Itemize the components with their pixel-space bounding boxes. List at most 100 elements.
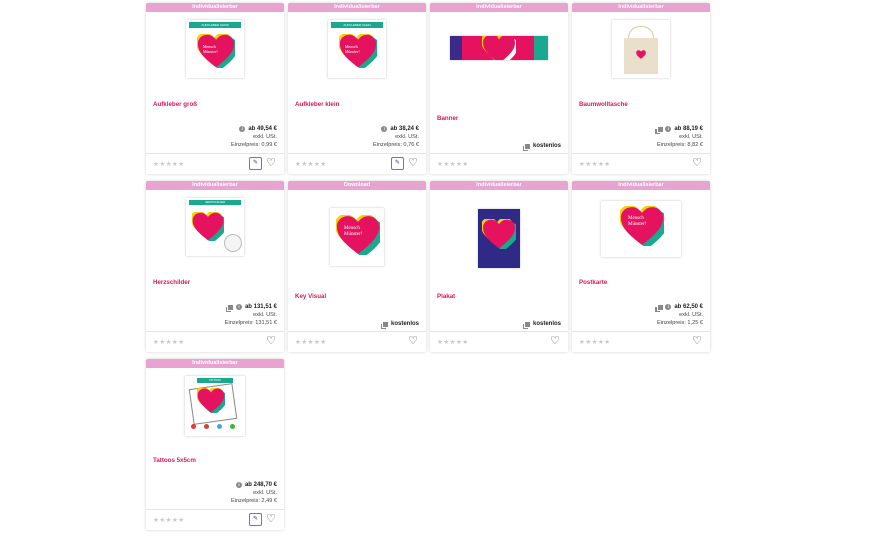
favorite-heart-icon[interactable]: ♡: [691, 335, 703, 347]
product-tag: Individualisierbar: [146, 359, 284, 368]
tax-note: exkl. USt.: [395, 134, 419, 140]
product-name[interactable]: Aufkleber groß: [153, 101, 197, 108]
info-icon[interactable]: i: [665, 126, 672, 132]
favorite-heart-icon[interactable]: ♡: [265, 513, 277, 525]
card-footer: ★★★★★: [430, 153, 568, 174]
product-card-baumwolltasche[interactable]: Individualisierbar Baumwolltasche i ab 88…: [572, 3, 710, 174]
product-name[interactable]: Herzschilder: [153, 279, 190, 286]
unit-price: Einzelpreis: 131,51 €: [224, 320, 277, 326]
product-image[interactable]: AUFKLEBER GROß Mensch Münster!: [146, 20, 284, 78]
favorite-heart-icon[interactable]: ♡: [691, 157, 703, 169]
price-block: kostenlos: [521, 142, 561, 152]
price-block: i ab 49,54 € exkl. USt. Einzelpreis: 0,99…: [231, 125, 277, 149]
card-footer: ★★★★★ ♡: [572, 153, 710, 174]
price-amount: ab 131,51 €: [244, 304, 277, 310]
price-amount: ab 38,24 €: [390, 126, 419, 132]
rating-stars: ★★★★★: [295, 339, 327, 346]
favorite-heart-icon[interactable]: ♡: [407, 157, 419, 169]
card-footer: ★★★★★ ♡: [430, 331, 568, 352]
product-tag: Individualisierbar: [572, 3, 710, 12]
product-card-banner[interactable]: Individualisierbar Banner kostenlos ★★★★…: [430, 3, 568, 174]
edit-button[interactable]: ✎: [249, 513, 262, 526]
product-tag: Individualisierbar: [146, 181, 284, 190]
product-tag: Individualisierbar: [430, 181, 568, 190]
price-amount: kostenlos: [390, 321, 419, 327]
product-card-herzschilder[interactable]: Individualisierbar HERZSCHILDER Herzschi…: [146, 181, 284, 352]
product-image[interactable]: [430, 209, 568, 268]
info-icon[interactable]: i: [235, 304, 242, 310]
rating-stars: ★★★★★: [579, 161, 611, 168]
price-block: i ab 38,24 € exkl. USt. Einzelpreis: 0,76…: [373, 125, 419, 149]
product-image[interactable]: Mensch Münster!: [288, 208, 426, 266]
product-tag: Individualisierbar: [288, 3, 426, 12]
product-tag: Individualisierbar: [146, 3, 284, 12]
download-icon: [521, 320, 532, 330]
price-amount: ab 49,54 €: [248, 126, 277, 132]
product-card-postkarte[interactable]: Individualisierbar Mensch Münster! Postk…: [572, 181, 710, 352]
rating-stars: ★★★★★: [295, 161, 327, 168]
price-amount: ab 62,50 €: [674, 304, 703, 310]
edit-button[interactable]: ✎: [391, 157, 404, 170]
tax-note: exkl. USt.: [253, 490, 277, 496]
price-amount: kostenlos: [532, 143, 561, 149]
favorite-heart-icon[interactable]: ♡: [265, 157, 277, 169]
rating-stars: ★★★★★: [153, 161, 185, 168]
download-icon: [224, 303, 235, 313]
unit-price: Einzelpreis: 8,82 €: [656, 142, 703, 148]
info-icon[interactable]: i: [235, 482, 242, 488]
download-icon: [654, 303, 664, 313]
product-image[interactable]: HERZSCHILDER: [146, 198, 284, 256]
product-image[interactable]: TATTOOS: [146, 376, 284, 436]
card-footer: ★★★★★ ✎ ♡: [288, 153, 426, 174]
product-name[interactable]: Aufkleber klein: [295, 101, 339, 108]
product-image[interactable]: [430, 36, 568, 60]
product-card-plakat[interactable]: Individualisierbar Plakat kostenlos ★★★★…: [430, 181, 568, 352]
product-name[interactable]: Key Visual: [295, 293, 326, 300]
product-card-aufkleber-klein[interactable]: Individualisierbar AUFKLEBER KLEIN Mensc…: [288, 3, 426, 174]
tax-note: exkl. USt.: [253, 134, 277, 140]
tax-note: exkl. USt.: [253, 312, 277, 318]
price-block: kostenlos: [379, 320, 419, 330]
card-footer: ★★★★★ ✎ ♡: [146, 509, 284, 530]
edit-button[interactable]: ✎: [249, 157, 262, 170]
product-name[interactable]: Tattoos 5x5cm: [153, 457, 196, 464]
product-card-tattoos[interactable]: Individualisierbar TATTOOS Tattoos 5x5cm…: [146, 359, 284, 530]
product-image[interactable]: [572, 20, 710, 78]
product-tag: Download: [288, 181, 426, 190]
favorite-heart-icon[interactable]: ♡: [407, 335, 419, 347]
tax-note: exkl. USt.: [679, 134, 703, 140]
price-amount: ab 88,19 €: [674, 126, 703, 132]
product-tag: Individualisierbar: [430, 3, 568, 12]
info-icon[interactable]: i: [239, 126, 246, 132]
product-card-key-visual[interactable]: Download Mensch Münster! Key Visual kost…: [288, 181, 426, 352]
card-footer: ★★★★★ ♡: [146, 331, 284, 352]
info-icon[interactable]: i: [381, 126, 388, 132]
unit-price: Einzelpreis: 1,25 €: [656, 320, 703, 326]
rating-stars: ★★★★★: [153, 517, 185, 524]
favorite-heart-icon[interactable]: ♡: [265, 335, 277, 347]
rating-stars: ★★★★★: [437, 339, 469, 346]
product-name[interactable]: Plakat: [437, 293, 455, 300]
rating-stars: ★★★★★: [153, 339, 185, 346]
product-name[interactable]: Baumwolltasche: [579, 101, 628, 108]
download-icon: [521, 142, 532, 152]
price-block: i ab 62,50 € exkl. USt. Einzelpreis: 1,25…: [654, 303, 703, 327]
download-icon: [654, 125, 664, 135]
download-icon: [379, 320, 390, 330]
product-name[interactable]: Postkarte: [579, 279, 607, 286]
price-block: kostenlos: [521, 320, 561, 330]
product-image[interactable]: AUFKLEBER KLEIN Mensch Münster!: [288, 20, 426, 78]
card-footer: ★★★★★ ♡: [572, 331, 710, 352]
unit-price: Einzelpreis: 0,76 €: [372, 142, 419, 148]
price-amount: kostenlos: [532, 321, 561, 327]
tax-note: exkl. USt.: [679, 312, 703, 318]
favorite-heart-icon[interactable]: ♡: [549, 335, 561, 347]
product-image[interactable]: Mensch Münster!: [572, 201, 710, 257]
price-amount: ab 248,70 €: [244, 482, 277, 488]
info-icon[interactable]: i: [665, 304, 672, 310]
product-name[interactable]: Banner: [437, 115, 458, 122]
unit-price: Einzelpreis: 2,49 €: [230, 498, 277, 504]
product-tag: Individualisierbar: [572, 181, 710, 190]
product-card-aufkleber-gross[interactable]: Individualisierbar AUFKLEBER GROß Mensch…: [146, 3, 284, 174]
price-block: i ab 131,51 € exkl. USt. Einzelpreis: 131…: [225, 303, 277, 327]
